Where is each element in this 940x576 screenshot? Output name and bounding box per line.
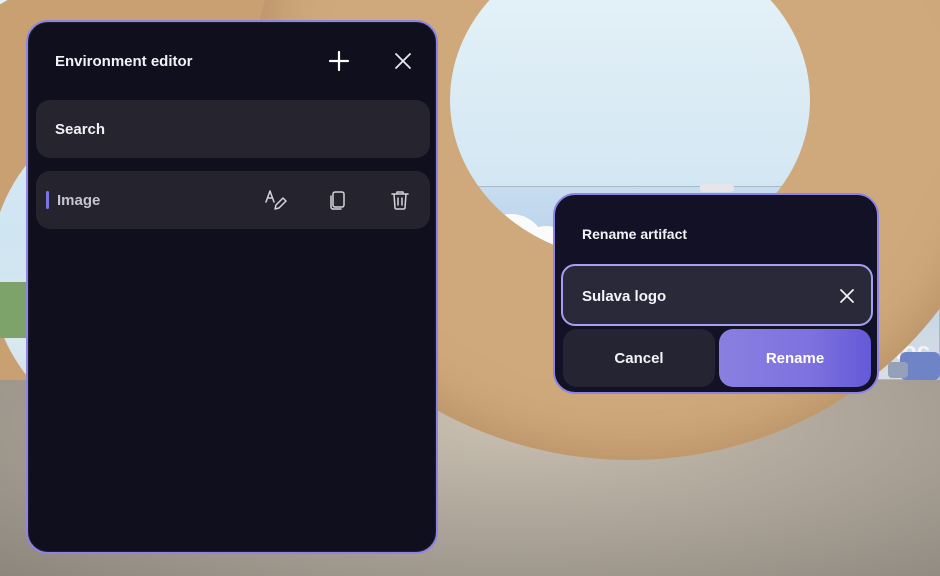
close-icon: [840, 289, 854, 303]
delete-button[interactable]: [387, 187, 413, 213]
panel-title: Environment editor: [55, 53, 193, 70]
plus-icon: [328, 50, 350, 72]
selection-accent: [46, 191, 49, 209]
dialog-title: Rename artifact: [582, 226, 688, 242]
add-button[interactable]: [324, 46, 354, 76]
rename-icon: [265, 190, 287, 210]
delete-icon: [391, 191, 409, 210]
search-input[interactable]: Search: [36, 100, 430, 158]
seat-object-small: [888, 362, 908, 378]
rename-button[interactable]: Rename: [719, 329, 871, 387]
left-foliage: [0, 282, 28, 338]
close-icon: [395, 53, 411, 69]
clear-input-button[interactable]: [835, 284, 859, 308]
rename-button[interactable]: [262, 187, 288, 213]
rename-artifact-dialog: Rename artifact Sulava logo Cancel Renam…: [553, 193, 879, 394]
artifact-name-value: Sulava logo: [582, 288, 667, 305]
copy-button[interactable]: [325, 187, 351, 213]
artifact-name-input[interactable]: Sulava logo: [561, 264, 873, 326]
close-button[interactable]: [388, 46, 418, 76]
environment-editor-panel: Environment editor Search Image: [26, 20, 438, 554]
list-item-image[interactable]: Image: [36, 171, 430, 229]
search-label: Search: [55, 121, 106, 138]
list-item-label: Image: [57, 192, 101, 209]
copy-icon: [330, 191, 345, 210]
cancel-button[interactable]: Cancel: [563, 329, 715, 387]
